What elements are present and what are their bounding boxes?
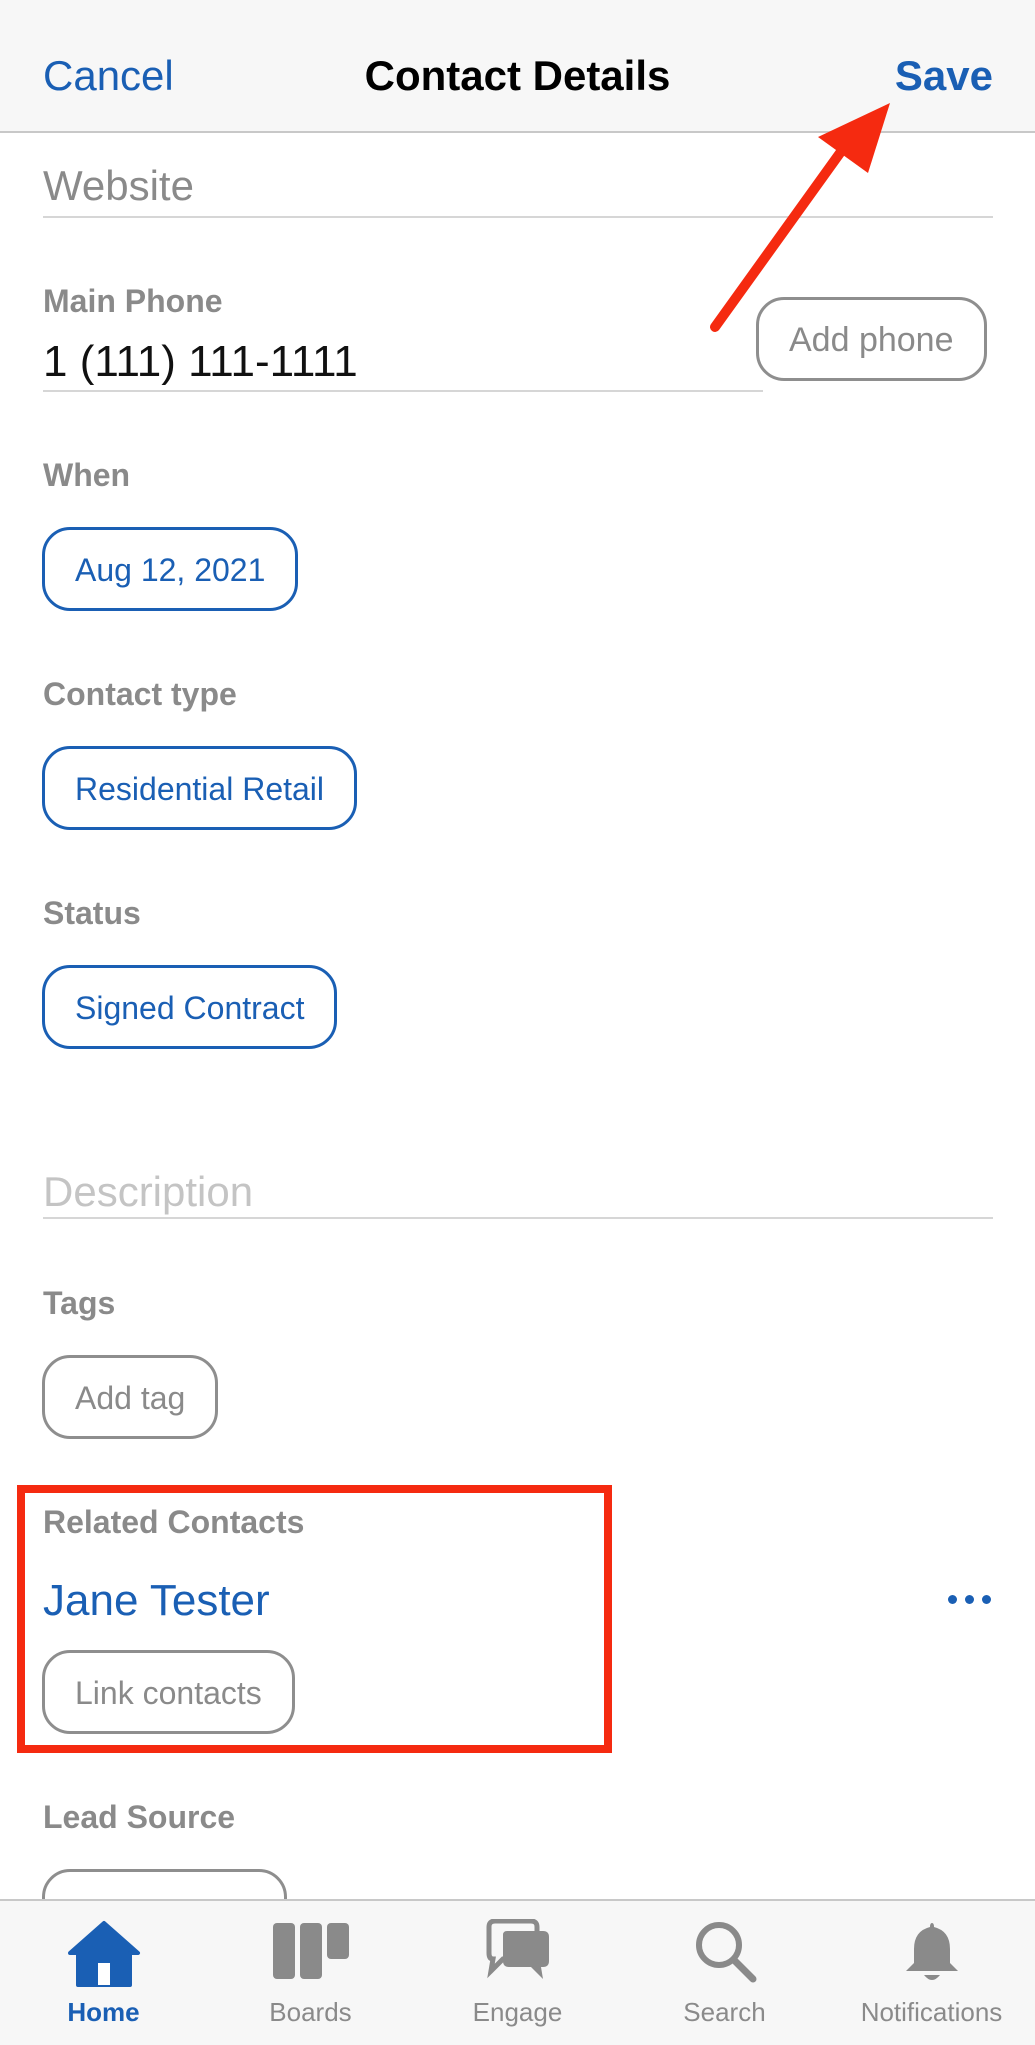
status-button[interactable]: Signed Contract bbox=[42, 965, 338, 1049]
tab-bar: Home Boards Engage Search Notifications bbox=[0, 1899, 1035, 2045]
when-label: When bbox=[43, 457, 131, 493]
add-tag-button[interactable]: Add tag bbox=[42, 1355, 219, 1439]
more-options-icon[interactable] bbox=[948, 1595, 991, 1604]
save-button[interactable]: Save bbox=[895, 48, 993, 104]
tab-label: Engage bbox=[472, 1997, 563, 2027]
description-field[interactable]: Description bbox=[43, 1167, 253, 1217]
more-dot bbox=[965, 1595, 974, 1604]
search-icon bbox=[695, 1922, 756, 1983]
tab-search[interactable]: Search bbox=[621, 1901, 828, 2045]
lead-source-label: Lead Source bbox=[43, 1799, 236, 1835]
tab-label: Search bbox=[683, 1997, 766, 2027]
more-dot bbox=[948, 1595, 957, 1604]
main-phone-label: Main Phone bbox=[43, 283, 223, 319]
contact-type-button[interactable]: Residential Retail bbox=[42, 746, 358, 830]
tab-notifications[interactable]: Notifications bbox=[828, 1901, 1035, 2045]
description-divider bbox=[43, 1217, 993, 1219]
boards-icon bbox=[272, 1923, 349, 1979]
main-phone-divider bbox=[43, 390, 763, 392]
contact-type-label: Contact type bbox=[43, 676, 237, 712]
tab-engage[interactable]: Engage bbox=[414, 1901, 621, 2045]
tags-label: Tags bbox=[43, 1285, 116, 1321]
tab-label: Home bbox=[67, 1997, 140, 2027]
tab-label: Boards bbox=[269, 1997, 352, 2027]
home-icon bbox=[67, 1921, 140, 1987]
status-label: Status bbox=[43, 895, 141, 931]
main-phone-field[interactable]: 1 (111) 111-1111 bbox=[43, 335, 358, 389]
tab-boards[interactable]: Boards bbox=[207, 1901, 414, 2045]
tab-label: Notifications bbox=[860, 1997, 1003, 2027]
add-lead-source-button[interactable]: Add bbox=[42, 1869, 287, 1899]
website-field[interactable]: Website bbox=[43, 161, 194, 211]
bell-icon bbox=[905, 1923, 958, 1980]
more-dot bbox=[982, 1595, 991, 1604]
annotation-highlight-box bbox=[17, 1485, 612, 1753]
when-date-button[interactable]: Aug 12, 2021 bbox=[42, 527, 299, 611]
engage-icon bbox=[486, 1919, 549, 1979]
tab-home[interactable]: Home bbox=[0, 1901, 207, 2045]
annotation-arrow-icon bbox=[710, 103, 890, 332]
